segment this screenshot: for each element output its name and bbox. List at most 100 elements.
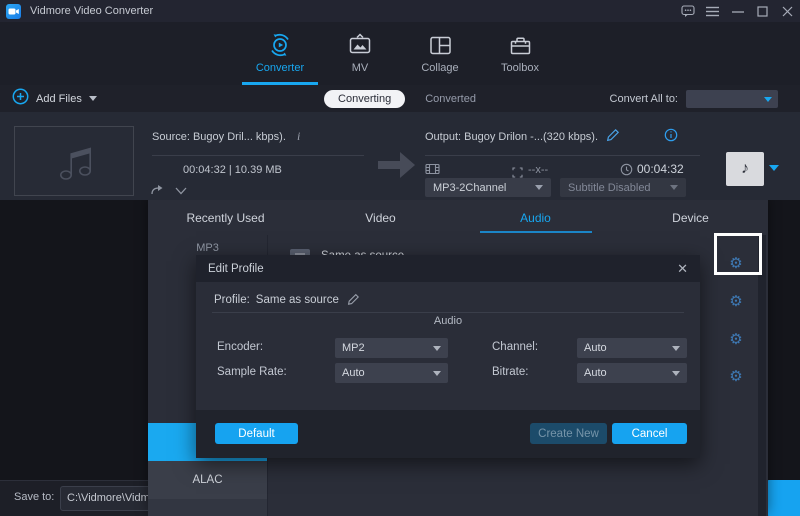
highlight-box: [714, 233, 762, 275]
maximize-button[interactable]: [750, 0, 775, 22]
collapse-chevron-icon[interactable]: [175, 182, 187, 200]
output-duration: 00:04:32: [637, 162, 684, 176]
format-item-mp3[interactable]: MP3: [148, 242, 267, 254]
panel-tab-audio[interactable]: Audio: [458, 200, 613, 235]
tab-collage[interactable]: Collage: [400, 30, 480, 85]
tab-converter[interactable]: Converter: [240, 30, 320, 85]
bitrate-value: Auto: [584, 367, 607, 379]
save-path-input[interactable]: C:\Vidmore\Vidmor: [60, 486, 162, 511]
profile-settings-gear-icon[interactable]: ⚙: [722, 329, 750, 351]
divider: [212, 312, 684, 313]
converting-tab[interactable]: Converting: [324, 90, 405, 108]
source-label: Source: Bugoy Dril... kbps).: [152, 131, 286, 143]
output-format-select[interactable]: MP3-2Channel: [425, 178, 551, 197]
divider: [425, 155, 700, 156]
main-nav: Converter MV: [0, 22, 800, 85]
minimize-button[interactable]: [725, 0, 750, 22]
format-item-alac[interactable]: ALAC: [148, 461, 267, 499]
panel-tab-device[interactable]: Device: [613, 200, 768, 235]
convert-all-label: Convert All to:: [610, 93, 678, 105]
create-new-button[interactable]: Create New: [530, 423, 607, 444]
profile-dropdown-caret[interactable]: [769, 165, 779, 171]
toolbar: Add Files Converting Converted Convert A…: [0, 85, 800, 112]
music-note-icon: [49, 137, 99, 185]
chevron-down-icon: [672, 346, 680, 351]
convert-all-select[interactable]: [686, 90, 778, 108]
encoder-label: Encoder:: [217, 341, 263, 353]
format-item-label: ALAC: [192, 474, 222, 486]
app-logo-icon: [6, 4, 21, 19]
chevron-down-icon: [670, 185, 678, 190]
bitrate-select[interactable]: Auto: [577, 363, 687, 383]
edit-profile-dialog: Edit Profile ✕ Profile: Same as source A…: [196, 255, 700, 458]
source-info-icon[interactable]: i: [297, 129, 300, 144]
panel-tab-video[interactable]: Video: [303, 200, 458, 235]
add-files-button[interactable]: Add Files: [12, 85, 97, 112]
format-item-partial[interactable]: [148, 499, 267, 516]
tab-toolbox[interactable]: Toolbox: [480, 30, 560, 85]
edit-output-icon[interactable]: [606, 128, 620, 147]
resolution-value: --x--: [528, 164, 548, 176]
chevron-down-icon: [433, 346, 441, 351]
titlebar: Vidmore Video Converter: [0, 0, 800, 22]
tab-mv[interactable]: MV: [320, 30, 400, 85]
profile-label: Profile:: [214, 294, 250, 306]
output-label: Output: Bugoy Drilon -...(320 kbps).: [425, 131, 598, 143]
cancel-button[interactable]: Cancel: [612, 423, 687, 444]
chevron-down-icon: [535, 185, 543, 190]
feedback-icon[interactable]: [675, 0, 700, 22]
dialog-title: Edit Profile: [208, 263, 264, 275]
panel-tab-label: Audio: [520, 211, 551, 225]
add-icon: [12, 88, 29, 110]
app-window: Save to: C:\Vidmore\Vidmor Vidmore Video…: [0, 0, 800, 516]
mv-icon: [348, 30, 372, 60]
chevron-down-icon: [764, 97, 772, 102]
sample-rate-label: Sample Rate:: [217, 366, 287, 378]
window-title: Vidmore Video Converter: [30, 5, 153, 17]
subtitle-select[interactable]: Subtitle Disabled: [560, 178, 686, 197]
sample-rate-value: Auto: [342, 367, 365, 379]
subtitle-value: Subtitle Disabled: [568, 182, 651, 194]
sample-rate-select[interactable]: Auto: [335, 363, 448, 383]
output-info-icon[interactable]: [664, 128, 678, 147]
panel-tab-label: Recently Used: [186, 211, 264, 225]
rename-profile-icon[interactable]: [347, 293, 360, 306]
default-button[interactable]: Default: [215, 423, 298, 444]
file-item-row: Source: Bugoy Dril... kbps). i 00:04:32 …: [0, 112, 800, 200]
profile-settings-gear-icon[interactable]: ⚙: [722, 291, 750, 313]
channel-select[interactable]: Auto: [577, 338, 687, 358]
channel-label: Channel:: [492, 341, 538, 353]
source-thumbnail: [14, 126, 134, 196]
tab-collage-label: Collage: [421, 62, 458, 74]
output-profile-thumbnail[interactable]: ♪: [726, 152, 764, 186]
encoder-value: MP2: [342, 342, 365, 354]
encoder-select[interactable]: MP2: [335, 338, 448, 358]
save-to-label: Save to:: [14, 491, 54, 503]
close-button[interactable]: [775, 0, 800, 22]
convert-all-button-partial[interactable]: [766, 480, 800, 516]
panel-tab-label: Video: [365, 211, 395, 225]
tab-converter-label: Converter: [256, 62, 304, 74]
dialog-header: Edit Profile ✕: [196, 255, 700, 282]
convert-arrow: [378, 161, 400, 169]
collage-icon: [429, 30, 452, 60]
panel-scrollbar[interactable]: [758, 235, 766, 516]
source-duration-size: 00:04:32 | 10.39 MB: [183, 164, 282, 176]
add-files-label: Add Files: [36, 93, 82, 105]
convert-arrow-head: [400, 152, 415, 178]
tab-toolbox-label: Toolbox: [501, 62, 539, 74]
close-icon[interactable]: ✕: [677, 261, 688, 277]
output-format-value: MP3-2Channel: [433, 182, 506, 194]
converted-tab[interactable]: Converted: [425, 93, 476, 105]
profile-settings-gear-icon[interactable]: ⚙: [722, 366, 750, 388]
chevron-down-icon[interactable]: [89, 96, 97, 101]
divider: [152, 155, 364, 156]
bitrate-label: Bitrate:: [492, 366, 528, 378]
tab-mv-label: MV: [352, 62, 369, 74]
menu-icon[interactable]: [700, 0, 725, 22]
profile-value: Same as source: [256, 294, 339, 306]
active-panel-tab-underline: [480, 231, 592, 233]
rotate-tool-icon[interactable]: [150, 182, 165, 200]
panel-tab-recently-used[interactable]: Recently Used: [148, 200, 303, 235]
chevron-down-icon: [672, 371, 680, 376]
